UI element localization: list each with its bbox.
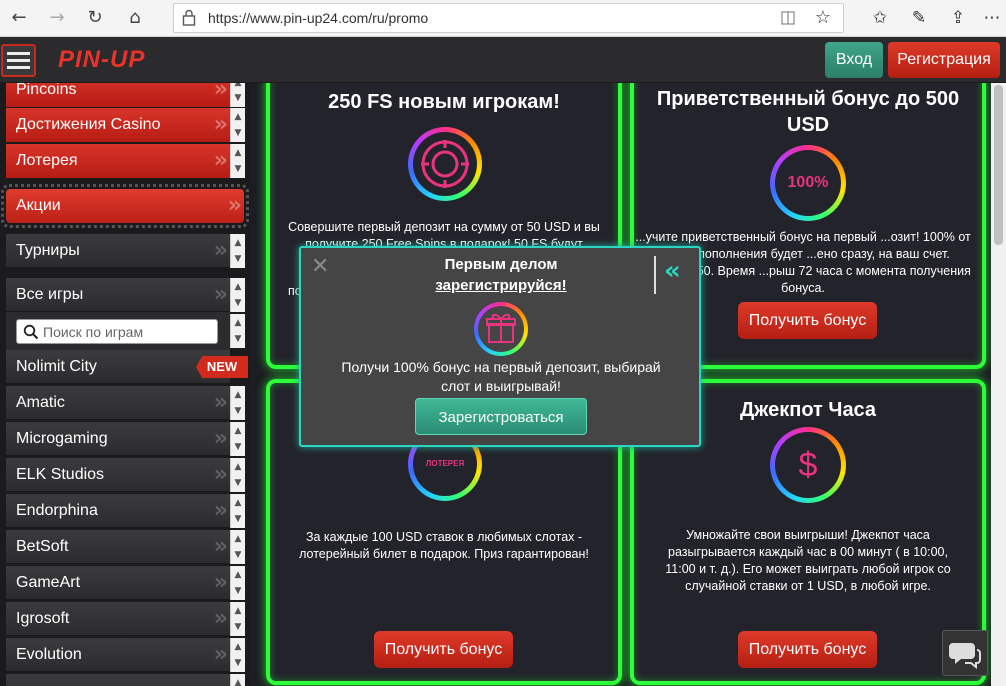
percent-icon: 100% xyxy=(770,145,846,221)
gift-icon xyxy=(474,302,528,356)
popup-description: Получи 100% бонус на первый депозит, выб… xyxy=(341,359,661,394)
share-icon[interactable]: ⇪ xyxy=(946,6,970,30)
sidebar-item-amatic[interactable]: Amatic» xyxy=(6,386,230,420)
chevron-right-icon: » xyxy=(213,642,229,667)
scroll-stepper[interactable]: ▲ ▼ xyxy=(230,566,245,600)
scroll-stepper[interactable]: ▲ xyxy=(230,674,245,686)
sidebar-item-all-games[interactable]: Все игры» xyxy=(6,278,230,312)
url-text: https://www.pin-up24.com/ru/promo xyxy=(208,10,429,26)
page-scrollbar[interactable] xyxy=(991,83,1006,686)
scroll-stepper[interactable]: ▲ ▼ xyxy=(230,234,245,268)
chat-icon[interactable] xyxy=(942,630,988,676)
scroll-stepper[interactable]: ▲ ▼ xyxy=(230,602,245,636)
card-description: Умножайте свои выигрыши! Джекпот часа ра… xyxy=(665,528,951,593)
sidebar-item-microgaming[interactable]: Microgaming» xyxy=(6,422,230,456)
dollar-icon: $ xyxy=(770,427,846,503)
chevron-right-icon: » xyxy=(213,426,229,451)
popup-title: Первым делом xyxy=(444,256,558,273)
chevron-right-icon: » xyxy=(213,390,229,415)
scroll-stepper[interactable]: ▲ ▼ xyxy=(230,494,245,528)
chevron-right-icon: » xyxy=(213,462,229,487)
card-description: За каждые 100 USD ставок в любимых слота… xyxy=(299,530,589,561)
more-icon[interactable]: ⋯ xyxy=(980,6,1004,30)
favorites-list-icon[interactable]: ✩ xyxy=(868,6,892,30)
register-popup: ✕ Первым делом зарегистрируйся! « Получи… xyxy=(299,246,701,447)
site-header: PIN-UP Вход Регистрация xyxy=(0,37,1006,83)
popup-title-link[interactable]: зарегистрируйся! xyxy=(301,277,701,294)
chevron-right-icon: » xyxy=(213,534,229,559)
poker-chip-icon xyxy=(408,127,482,201)
chevron-right-icon: » xyxy=(213,148,229,173)
chevron-right-icon: » xyxy=(213,498,229,523)
chevron-right-icon: » xyxy=(213,112,229,137)
address-bar[interactable]: https://www.pin-up24.com/ru/promo ☆ xyxy=(173,3,844,33)
lock-icon xyxy=(182,9,196,26)
collapse-icon[interactable]: « xyxy=(664,258,681,284)
chevron-right-icon: » xyxy=(213,83,229,102)
scroll-stepper[interactable]: ▲ ▼ xyxy=(230,108,245,142)
reading-view-icon[interactable] xyxy=(781,10,795,26)
sidebar-item-achievements[interactable]: Достижения Casino» xyxy=(6,108,230,142)
search-icon xyxy=(23,324,39,340)
chevron-right-icon: » xyxy=(213,570,229,595)
sidebar-item-promotions[interactable]: Акции» xyxy=(6,189,244,223)
sidebar-item-next[interactable] xyxy=(6,674,230,686)
popup-divider xyxy=(654,256,656,294)
forward-icon[interactable]: → xyxy=(44,6,70,30)
menu-icon[interactable] xyxy=(1,44,36,77)
card-title: Приветственный бонус до 500 USD xyxy=(656,88,960,136)
scroll-stepper[interactable]: ▲ ▼ xyxy=(230,314,245,348)
register-button[interactable]: Регистрация xyxy=(888,42,1000,78)
sidebar-item-evolution[interactable]: Evolution» xyxy=(6,638,230,672)
sidebar-item-endorphina[interactable]: Endorphina» xyxy=(6,494,230,528)
sidebar: Pincoins» ▲ ▼ Достижения Casino» ▲ ▼ Лотер… xyxy=(0,83,250,686)
card-title: 250 FS новым игрокам! xyxy=(328,91,560,113)
scroll-stepper[interactable]: ▲ ▼ xyxy=(230,83,245,107)
new-badge: NEW xyxy=(196,356,248,378)
site-logo[interactable]: PIN-UP xyxy=(58,46,145,74)
scroll-stepper[interactable]: ▲ ▼ xyxy=(230,458,245,492)
sidebar-item-elk-studios[interactable]: ELK Studios» xyxy=(6,458,230,492)
get-bonus-button[interactable]: Получить бонус xyxy=(374,631,513,668)
browser-toolbar: ← → ↻ ⌂ https://www.pin-up24.com/ru/prom… xyxy=(0,0,1006,37)
chevron-right-icon: » xyxy=(213,606,229,631)
pen-icon[interactable]: ✎ xyxy=(907,6,931,30)
scroll-stepper[interactable]: ▲ ▼ xyxy=(230,144,245,178)
sidebar-item-lottery[interactable]: Лотерея» xyxy=(6,144,230,178)
game-search xyxy=(6,312,230,350)
chevron-right-icon: » xyxy=(213,282,229,307)
scroll-stepper[interactable]: ▲ ▼ xyxy=(230,422,245,456)
sidebar-item-betsoft[interactable]: BetSoft» xyxy=(6,530,230,564)
scroll-stepper[interactable]: ▲ ▼ xyxy=(230,638,245,672)
sidebar-item-igrosoft[interactable]: Igrosoft» xyxy=(6,602,230,636)
scrollbar-thumb[interactable] xyxy=(994,85,1003,245)
get-bonus-button[interactable]: Получить бонус xyxy=(738,302,877,339)
get-bonus-button[interactable]: Получить бонус xyxy=(738,631,877,668)
scroll-stepper[interactable]: ▲ ▼ xyxy=(230,278,245,312)
home-icon[interactable]: ⌂ xyxy=(122,6,148,30)
favorite-star-icon[interactable]: ☆ xyxy=(815,7,831,28)
login-button[interactable]: Вход xyxy=(825,42,883,78)
sidebar-item-gameart[interactable]: GameArt» xyxy=(6,566,230,600)
chevron-right-icon: » xyxy=(227,193,243,218)
chevron-right-icon: » xyxy=(213,238,229,263)
back-icon[interactable]: ← xyxy=(6,6,32,30)
register-now-button[interactable]: Зарегистроваться xyxy=(415,398,587,435)
sidebar-item-pincoins[interactable]: Pincoins» xyxy=(6,83,230,107)
scroll-stepper[interactable]: ▲ ▼ xyxy=(230,530,245,564)
refresh-icon[interactable]: ↻ xyxy=(82,6,108,30)
search-field[interactable] xyxy=(16,319,218,344)
scroll-stepper[interactable]: ▲ ▼ xyxy=(230,386,245,420)
sidebar-item-tournaments[interactable]: Турниры» xyxy=(6,234,230,268)
search-input[interactable] xyxy=(43,323,213,341)
